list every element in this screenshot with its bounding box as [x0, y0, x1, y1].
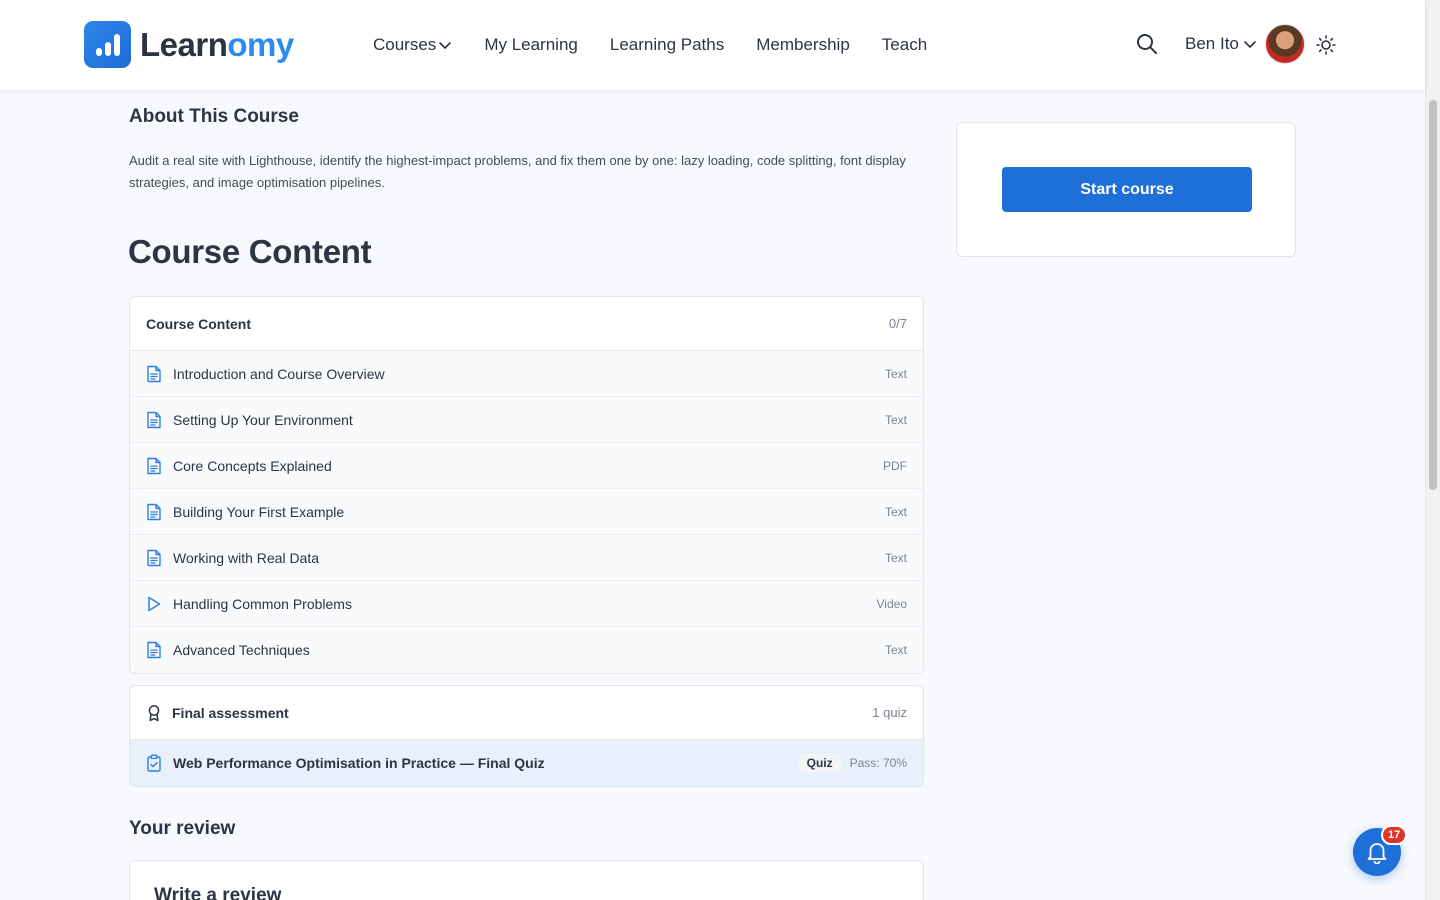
nav-membership[interactable]: Membership — [756, 35, 850, 55]
play-icon — [148, 596, 161, 611]
section-title: Course Content — [146, 315, 251, 332]
main-nav: Courses My Learning Learning Paths Membe… — [373, 0, 959, 90]
lesson-type: Text — [884, 643, 907, 657]
top-header: Learnomy Courses My Learning Learning Pa… — [0, 0, 1425, 90]
pass-threshold: Pass: 70% — [849, 756, 907, 770]
search-button[interactable] — [1135, 32, 1159, 56]
lesson-title: Advanced Techniques — [173, 642, 310, 658]
final-assessment-section: Final assessment 1 quiz Web Performance … — [129, 685, 924, 787]
course-content-section: Course Content 0/7 Introduction and Cour… — [129, 296, 924, 674]
logo-text: Learnomy — [140, 26, 294, 63]
lesson-row[interactable]: Introduction and Course Overview Text — [130, 351, 923, 397]
lesson-row[interactable]: Setting Up Your Environment Text — [130, 397, 923, 443]
lesson-type: Text — [884, 504, 907, 519]
sun-icon — [1316, 35, 1336, 55]
lesson-type: Text — [884, 412, 907, 427]
enroll-card: Start course — [956, 122, 1296, 257]
write-review-title: Write a review — [154, 885, 282, 900]
assessment-count: 1 quiz — [872, 705, 907, 720]
review-title: Your review — [129, 818, 236, 839]
lesson-title: Introduction and Course Overview — [173, 365, 385, 382]
lesson-title: Setting Up Your Environment — [173, 411, 353, 428]
document-icon — [147, 503, 161, 520]
write-review-card: Write a review — [129, 860, 924, 900]
document-icon — [147, 457, 161, 474]
assessment-title: Final assessment — [172, 704, 289, 721]
notification-count-badge: 17 — [1381, 825, 1408, 845]
bell-icon — [1367, 843, 1387, 864]
award-icon — [148, 704, 160, 721]
clipboard-check-icon — [147, 754, 161, 772]
document-icon — [147, 641, 161, 659]
scrollbar-thumb[interactable] — [1429, 100, 1437, 490]
page-scrollbar[interactable] — [1425, 0, 1440, 900]
avatar[interactable] — [1264, 24, 1305, 64]
document-icon — [147, 411, 161, 428]
lesson-row[interactable]: Building Your First Example Text — [130, 489, 923, 535]
logo-mark-icon — [84, 21, 131, 68]
lesson-title: Handling Common Problems — [173, 595, 352, 612]
lesson-row[interactable]: Advanced Techniques Text — [130, 627, 923, 673]
section-progress: 0/7 — [888, 316, 907, 331]
nav-courses[interactable]: Courses — [373, 35, 452, 55]
user-name: Ben Ito — [1185, 34, 1239, 53]
lesson-row[interactable]: Handling Common Problems Video — [130, 581, 923, 627]
lesson-type: Text — [884, 550, 907, 565]
about-title: About This Course — [129, 106, 299, 127]
lesson-row[interactable]: Working with Real Data Text — [130, 535, 923, 581]
nav-my-learning[interactable]: My Learning — [484, 35, 578, 55]
document-icon — [147, 365, 161, 382]
lesson-type: PDF — [883, 458, 907, 473]
quiz-badge: Quiz — [798, 754, 841, 772]
section-header[interactable]: Course Content 0/7 — [130, 297, 923, 351]
user-menu[interactable]: Ben Ito — [1185, 24, 1305, 64]
quiz-title: Web Performance Optimisation in Practice… — [173, 755, 545, 771]
lesson-type: Text — [884, 366, 907, 381]
course-content-heading: Course Content — [128, 233, 372, 270]
lesson-title: Working with Real Data — [173, 549, 320, 566]
logo[interactable]: Learnomy — [84, 21, 294, 68]
lesson-row[interactable]: Core Concepts Explained PDF — [130, 443, 923, 489]
theme-toggle-button[interactable] — [1315, 34, 1337, 56]
quiz-row[interactable]: Web Performance Optimisation in Practice… — [130, 740, 923, 786]
lesson-title: Building Your First Example — [173, 503, 345, 520]
lesson-title: Core Concepts Explained — [173, 457, 332, 474]
search-icon — [1137, 34, 1157, 54]
lesson-type: Video — [876, 596, 907, 611]
start-course-button[interactable]: Start course — [1002, 167, 1252, 212]
nav-learning-paths[interactable]: Learning Paths — [610, 35, 724, 55]
nav-teach[interactable]: Teach — [882, 35, 927, 55]
about-text: Audit a real site with Lighthouse, ident… — [129, 153, 906, 190]
chevron-down-icon — [1244, 41, 1256, 48]
chevron-down-icon — [439, 42, 452, 49]
assessment-header[interactable]: Final assessment 1 quiz — [130, 686, 923, 740]
document-icon — [147, 549, 161, 566]
